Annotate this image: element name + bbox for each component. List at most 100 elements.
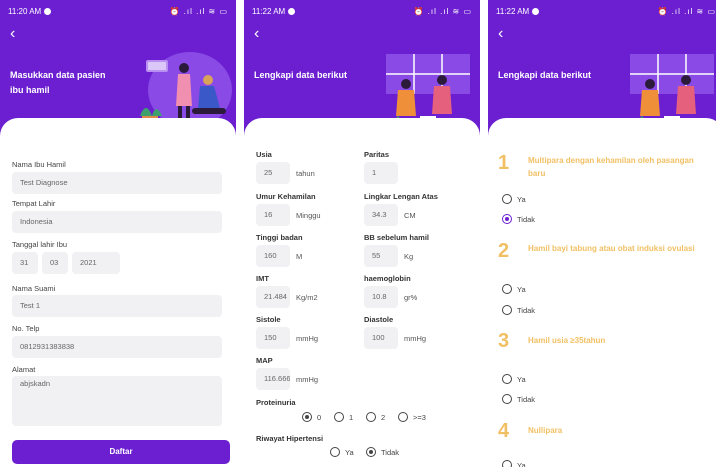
usia-unit: tahun [296, 169, 315, 178]
screen-risk-questions: 11:22 AM ⏰ .ıl .ıl ≋ ▭ ‹ Lengkapi data b… [488, 0, 716, 467]
alamat-label: Alamat [12, 365, 36, 374]
lila-label: Lingkar Lengan Atas [364, 192, 438, 201]
lila-unit: CM [404, 211, 416, 220]
nama-label: Nama Ibu Hamil [12, 160, 66, 169]
radio-icon [334, 412, 344, 422]
status-icons: ⏰ .ıl .ıl ≋ ▭ [413, 6, 472, 16]
tanggal-label: Tanggal lahir Ibu [12, 240, 68, 249]
riwayat-label: Riwayat Hipertensi [256, 434, 324, 443]
umur-label: Umur Kehamilan [256, 192, 316, 201]
back-arrow-icon[interactable]: ‹ [10, 26, 15, 42]
usia-label: Usia [256, 150, 272, 159]
alamat-textarea[interactable]: abjskadn [12, 376, 222, 426]
status-icons: ⏰ .ıl .ıl ≋ ▭ [657, 6, 716, 16]
proteinuria-option-2[interactable]: 2 [366, 412, 385, 422]
umur-input[interactable]: 16 [256, 204, 290, 226]
screen-patient-registration: 11:20 AM ⏰ .ıl .ıl ≋ ▭ ‹ Masukkan data p… [0, 0, 236, 467]
page-title: Lengkapi data berikut [254, 70, 348, 80]
radio-icon [502, 194, 512, 204]
q1-option-ya[interactable]: Ya [502, 194, 526, 204]
form-card: Nama Ibu Hamil Test Diagnose Tempat Lahi… [0, 118, 236, 467]
suami-label: Nama Suami [12, 284, 56, 293]
radio-icon [502, 284, 512, 294]
radio-icon [502, 460, 512, 467]
paritas-input[interactable]: 1 [364, 162, 398, 184]
bb-label: BB sebelum hamil [364, 233, 430, 242]
q2-option-ya[interactable]: Ya [502, 284, 526, 294]
radio-icon [502, 394, 512, 404]
daftar-button[interactable]: Daftar [12, 440, 230, 464]
proteinuria-option-0[interactable]: 0 [302, 412, 321, 422]
question-text: Hamil bayi tabung atau obat induksi ovul… [528, 244, 695, 253]
umur-unit: Minggu [296, 211, 321, 220]
form-card: Usia 25 tahun Paritas 1 Umur Kehamilan 1… [244, 118, 480, 467]
map-unit: mmHg [296, 375, 319, 384]
status-icons: ⏰ .ıl .ıl ≋ ▭ [169, 6, 228, 16]
status-bar: 11:22 AM ⏰ .ıl .ıl ≋ ▭ [252, 5, 472, 17]
paritas-label: Paritas [364, 150, 390, 159]
diastole-label: Diastole [364, 315, 394, 324]
clock: 11:22 AM [496, 6, 530, 16]
year-input[interactable]: 2021 [72, 252, 120, 274]
question-number: 1 [498, 152, 510, 174]
bb-unit: Kg [404, 252, 414, 261]
notification-icon [44, 7, 52, 15]
radio-selected-icon [366, 447, 376, 457]
telp-label: No. Telp [12, 324, 40, 333]
sistole-input[interactable]: 150 [256, 327, 290, 349]
question-text: Nullipara [528, 426, 563, 435]
q3-option-tidak[interactable]: Tidak [502, 394, 535, 404]
q3-option-ya[interactable]: Ya [502, 374, 526, 384]
question-number: 4 [498, 420, 510, 442]
lila-input[interactable]: 34.3 [364, 204, 398, 226]
page-title: Lengkapi data berikut [498, 70, 592, 80]
day-input[interactable]: 31 [12, 252, 38, 274]
notification-icon [288, 7, 296, 15]
month-input[interactable]: 03 [42, 252, 68, 274]
map-input[interactable]: 116.666 [256, 368, 290, 390]
imt-input[interactable]: 21.484 [256, 286, 290, 308]
riwayat-option-ya[interactable]: Ya [330, 447, 354, 457]
clock: 11:20 AM [8, 6, 42, 16]
suami-input[interactable]: Test 1 [12, 295, 222, 317]
telp-input[interactable]: 0812931383838 [12, 336, 222, 358]
radio-icon [398, 412, 408, 422]
q4-option-ya[interactable]: Ya [502, 460, 526, 467]
question-card: 1 Multipara dengan kehamilan oleh pasang… [488, 118, 716, 467]
tempat-input[interactable]: Indonesia [12, 211, 222, 233]
hb-unit: gr% [404, 293, 418, 302]
tinggi-input[interactable]: 160 [256, 245, 290, 267]
notification-icon [532, 7, 540, 15]
sistole-label: Sistole [256, 315, 281, 324]
tinggi-label: Tinggi badan [256, 233, 303, 242]
hb-input[interactable]: 10.8 [364, 286, 398, 308]
proteinuria-option-3[interactable]: >=3 [398, 412, 426, 422]
back-arrow-icon[interactable]: ‹ [498, 26, 503, 42]
back-arrow-icon[interactable]: ‹ [254, 26, 259, 42]
screen-complete-data: 11:22 AM ⏰ .ıl .ıl ≋ ▭ ‹ Lengkapi data b… [244, 0, 480, 467]
radio-icon [366, 412, 376, 422]
q1-option-tidak[interactable]: Tidak [502, 214, 535, 224]
map-label: MAP [256, 356, 273, 365]
question-number: 3 [498, 330, 510, 352]
hb-label: haemoglobin [364, 274, 411, 283]
riwayat-option-tidak[interactable]: Tidak [366, 447, 399, 457]
radio-icon [502, 374, 512, 384]
nama-input[interactable]: Test Diagnose [12, 172, 222, 194]
proteinuria-option-1[interactable]: 1 [334, 412, 353, 422]
radio-icon [502, 305, 512, 315]
question-text: Multipara dengan kehamilan oleh pasangan… [528, 156, 694, 178]
clock: 11:22 AM [252, 6, 286, 16]
tinggi-unit: M [296, 252, 303, 261]
radio-icon [330, 447, 340, 457]
usia-input[interactable]: 25 [256, 162, 290, 184]
q2-option-tidak[interactable]: Tidak [502, 305, 535, 315]
bb-input[interactable]: 55 [364, 245, 398, 267]
diastole-unit: mmHg [404, 334, 427, 343]
diastole-input[interactable]: 100 [364, 327, 398, 349]
imt-label: IMT [256, 274, 269, 283]
sistole-unit: mmHg [296, 334, 319, 343]
tempat-label: Tempat Lahir [12, 199, 56, 208]
status-bar: 11:20 AM ⏰ .ıl .ıl ≋ ▭ [8, 5, 228, 17]
question-number: 2 [498, 240, 510, 262]
